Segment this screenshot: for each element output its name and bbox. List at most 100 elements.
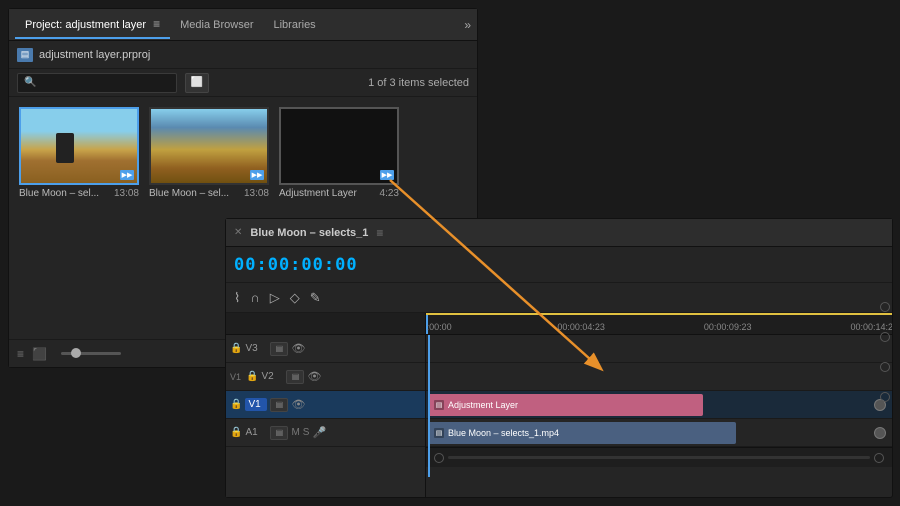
clip-blue-moon[interactable]: ▤ Blue Moon – selects_1.mp4 — [428, 422, 736, 444]
thumb-duration: 4:23 — [380, 188, 399, 199]
media-type-icon: ▶▶ — [250, 170, 264, 180]
scroll-right-handle[interactable] — [874, 453, 884, 463]
timecode-bar: 00:00:00:00 — [226, 247, 892, 283]
work-area-bar — [426, 313, 892, 315]
solo-icon-a1[interactable]: S — [303, 427, 310, 438]
right-handle-2[interactable] — [880, 332, 890, 342]
tab-libraries[interactable]: Libraries — [264, 13, 326, 37]
track-header-v1: 🔒 V1 ▤ 👁 — [226, 391, 425, 419]
thumbnail-2[interactable]: ▶▶ — [149, 107, 269, 185]
track-header-v3: 🔒 V3 ▤ 👁 — [226, 335, 425, 363]
timeline-panel: ✕ Blue Moon – selects_1 ≡ 00:00:00:00 ⌇ … — [225, 218, 893, 498]
timeline-body: 🔒 V3 ▤ 👁 V1 🔒 V2 ▤ 👁 🔒 V1 ▤ 👁 — [226, 313, 892, 497]
track-row-v3[interactable] — [426, 335, 892, 363]
mic-icon-a1[interactable]: 🎤 — [312, 426, 326, 439]
timeline-tools: ⌇ ∩ ▷ ◇ ✎ — [226, 283, 892, 313]
ruler-mark-2: 00:00:09:23 — [704, 322, 752, 332]
timecode-display: 00:00:00:00 — [234, 255, 358, 275]
pen-tool-icon[interactable]: ✎ — [310, 290, 321, 306]
track-select-icon[interactable]: ∩ — [250, 290, 259, 305]
media-type-icon: ▶▶ — [120, 170, 134, 180]
ruler-mark-1: 00:00:04:23 — [557, 322, 605, 332]
selection-status: 1 of 3 items selected — [368, 77, 469, 89]
track-row-v2[interactable] — [426, 363, 892, 391]
list-item[interactable]: ▶▶ Blue Moon – sel... 13:08 — [19, 107, 139, 199]
thumb-label: Adjustment Layer — [279, 188, 357, 199]
track-settings-btn-v1[interactable]: ▤ — [270, 398, 288, 412]
search-icon: 🔍 — [24, 77, 36, 88]
thumbnail-label-row: Adjustment Layer 4:23 — [279, 188, 399, 199]
thumb-duration: 13:08 — [114, 188, 139, 199]
track-settings-btn-v2[interactable]: ▤ — [286, 370, 304, 384]
eye-icon-v1[interactable]: 👁 — [291, 398, 305, 411]
timeline-header: ✕ Blue Moon – selects_1 ≡ — [226, 219, 892, 247]
track-label-v3: V3 — [245, 343, 267, 354]
eye-icon-v2[interactable]: 👁 — [307, 370, 321, 383]
search-row: 🔍 ⬜ 1 of 3 items selected — [9, 69, 477, 97]
right-handle-4[interactable] — [880, 392, 890, 402]
mute-icon-a1[interactable]: M — [291, 427, 299, 438]
track-headers: 🔒 V3 ▤ 👁 V1 🔒 V2 ▤ 👁 🔒 V1 ▤ 👁 — [226, 313, 426, 497]
slip-tool-icon[interactable]: ◇ — [290, 290, 300, 306]
lock-icon-v1[interactable]: 🔒 — [230, 399, 242, 410]
lock-icon-v2[interactable]: 🔒 — [246, 371, 258, 382]
lock-icon[interactable]: 🔒 — [230, 343, 242, 354]
grid-view-icon[interactable]: ⬛ — [32, 347, 47, 361]
track-settings-btn-v3[interactable]: ▤ — [270, 342, 288, 356]
tab-media-browser[interactable]: Media Browser — [170, 13, 263, 37]
timeline-footer — [426, 447, 892, 467]
timeline-title: Blue Moon – selects_1 — [250, 227, 368, 239]
thumbnail-1[interactable]: ▶▶ — [19, 107, 139, 185]
zoom-slider-thumb[interactable] — [71, 348, 81, 358]
v1-label-small: V1 — [230, 372, 241, 382]
ruler-placeholder — [226, 313, 425, 335]
track-header-a1: 🔒 A1 ▤ M S 🎤 — [226, 419, 425, 447]
clip-icon: ▤ — [434, 400, 444, 410]
timeline-ruler: :00:00 00:00:04:23 00:00:09:23 00:00:14:… — [426, 313, 892, 335]
track-end-handle-a1 — [874, 427, 886, 439]
list-item[interactable]: ▶▶ Adjustment Layer 4:23 — [279, 107, 399, 199]
thumbnail-label-row: Blue Moon – sel... 13:08 — [19, 188, 139, 199]
timeline-right-handles — [880, 302, 890, 402]
project-toolbar: ▤ adjustment layer.prproj — [9, 41, 477, 69]
razor-tool-icon[interactable]: ▷ — [270, 290, 280, 306]
file-icon: ▤ — [17, 48, 33, 62]
project-filename: adjustment layer.prproj — [39, 49, 150, 61]
scroll-left-handle[interactable] — [434, 453, 444, 463]
thumb-label: Blue Moon – sel... — [19, 188, 99, 199]
track-label-v1: V1 — [245, 398, 267, 411]
scroll-bar[interactable] — [448, 456, 870, 459]
clip-adjustment-layer[interactable]: ▤ Adjustment Layer — [428, 394, 703, 416]
track-row-v1[interactable]: ▤ Adjustment Layer — [426, 391, 892, 419]
playhead-line — [428, 335, 430, 477]
right-handle-1[interactable] — [880, 302, 890, 312]
track-settings-btn-a1[interactable]: ▤ — [270, 426, 288, 440]
zoom-slider[interactable] — [61, 352, 121, 355]
ruler-content: :00:00 00:00:04:23 00:00:09:23 00:00:14:… — [430, 313, 888, 334]
track-label-v2: V2 — [261, 371, 283, 382]
panel-tabs: Project: adjustment layer ≡ Media Browse… — [9, 9, 477, 41]
tabs-more-icon[interactable]: » — [464, 18, 471, 32]
thumbnail-3[interactable]: ▶▶ — [279, 107, 399, 185]
lock-icon-a1[interactable]: 🔒 — [230, 427, 242, 438]
list-view-icon[interactable]: ≡ — [17, 347, 24, 361]
camera-icon[interactable]: ⬜ — [185, 73, 209, 93]
thumb-label: Blue Moon – sel... — [149, 188, 229, 199]
eye-icon-v3[interactable]: 👁 — [291, 342, 305, 355]
timeline-close-icon[interactable]: ✕ — [234, 227, 242, 238]
clip-icon: ▤ — [434, 428, 444, 438]
media-type-icon: ▶▶ — [380, 170, 394, 180]
timeline-tracks: :00:00 00:00:04:23 00:00:09:23 00:00:14:… — [426, 313, 892, 497]
tab-project[interactable]: Project: adjustment layer ≡ — [15, 11, 170, 39]
tab-project-menu-icon[interactable]: ≡ — [153, 17, 160, 31]
ripple-tool-icon[interactable]: ⌇ — [234, 290, 240, 306]
track-header-v2: V1 🔒 V2 ▤ 👁 — [226, 363, 425, 391]
track-row-a1[interactable]: ▤ Blue Moon – selects_1.mp4 — [426, 419, 892, 447]
search-box[interactable]: 🔍 — [17, 73, 177, 93]
ruler-mark-0: :00:00 — [427, 322, 452, 332]
thumb-duration: 13:08 — [244, 188, 269, 199]
right-handle-3[interactable] — [880, 362, 890, 372]
track-label-a1: A1 — [245, 427, 267, 438]
timeline-menu-icon[interactable]: ≡ — [376, 226, 383, 240]
list-item[interactable]: ▶▶ Blue Moon – sel... 13:08 — [149, 107, 269, 199]
